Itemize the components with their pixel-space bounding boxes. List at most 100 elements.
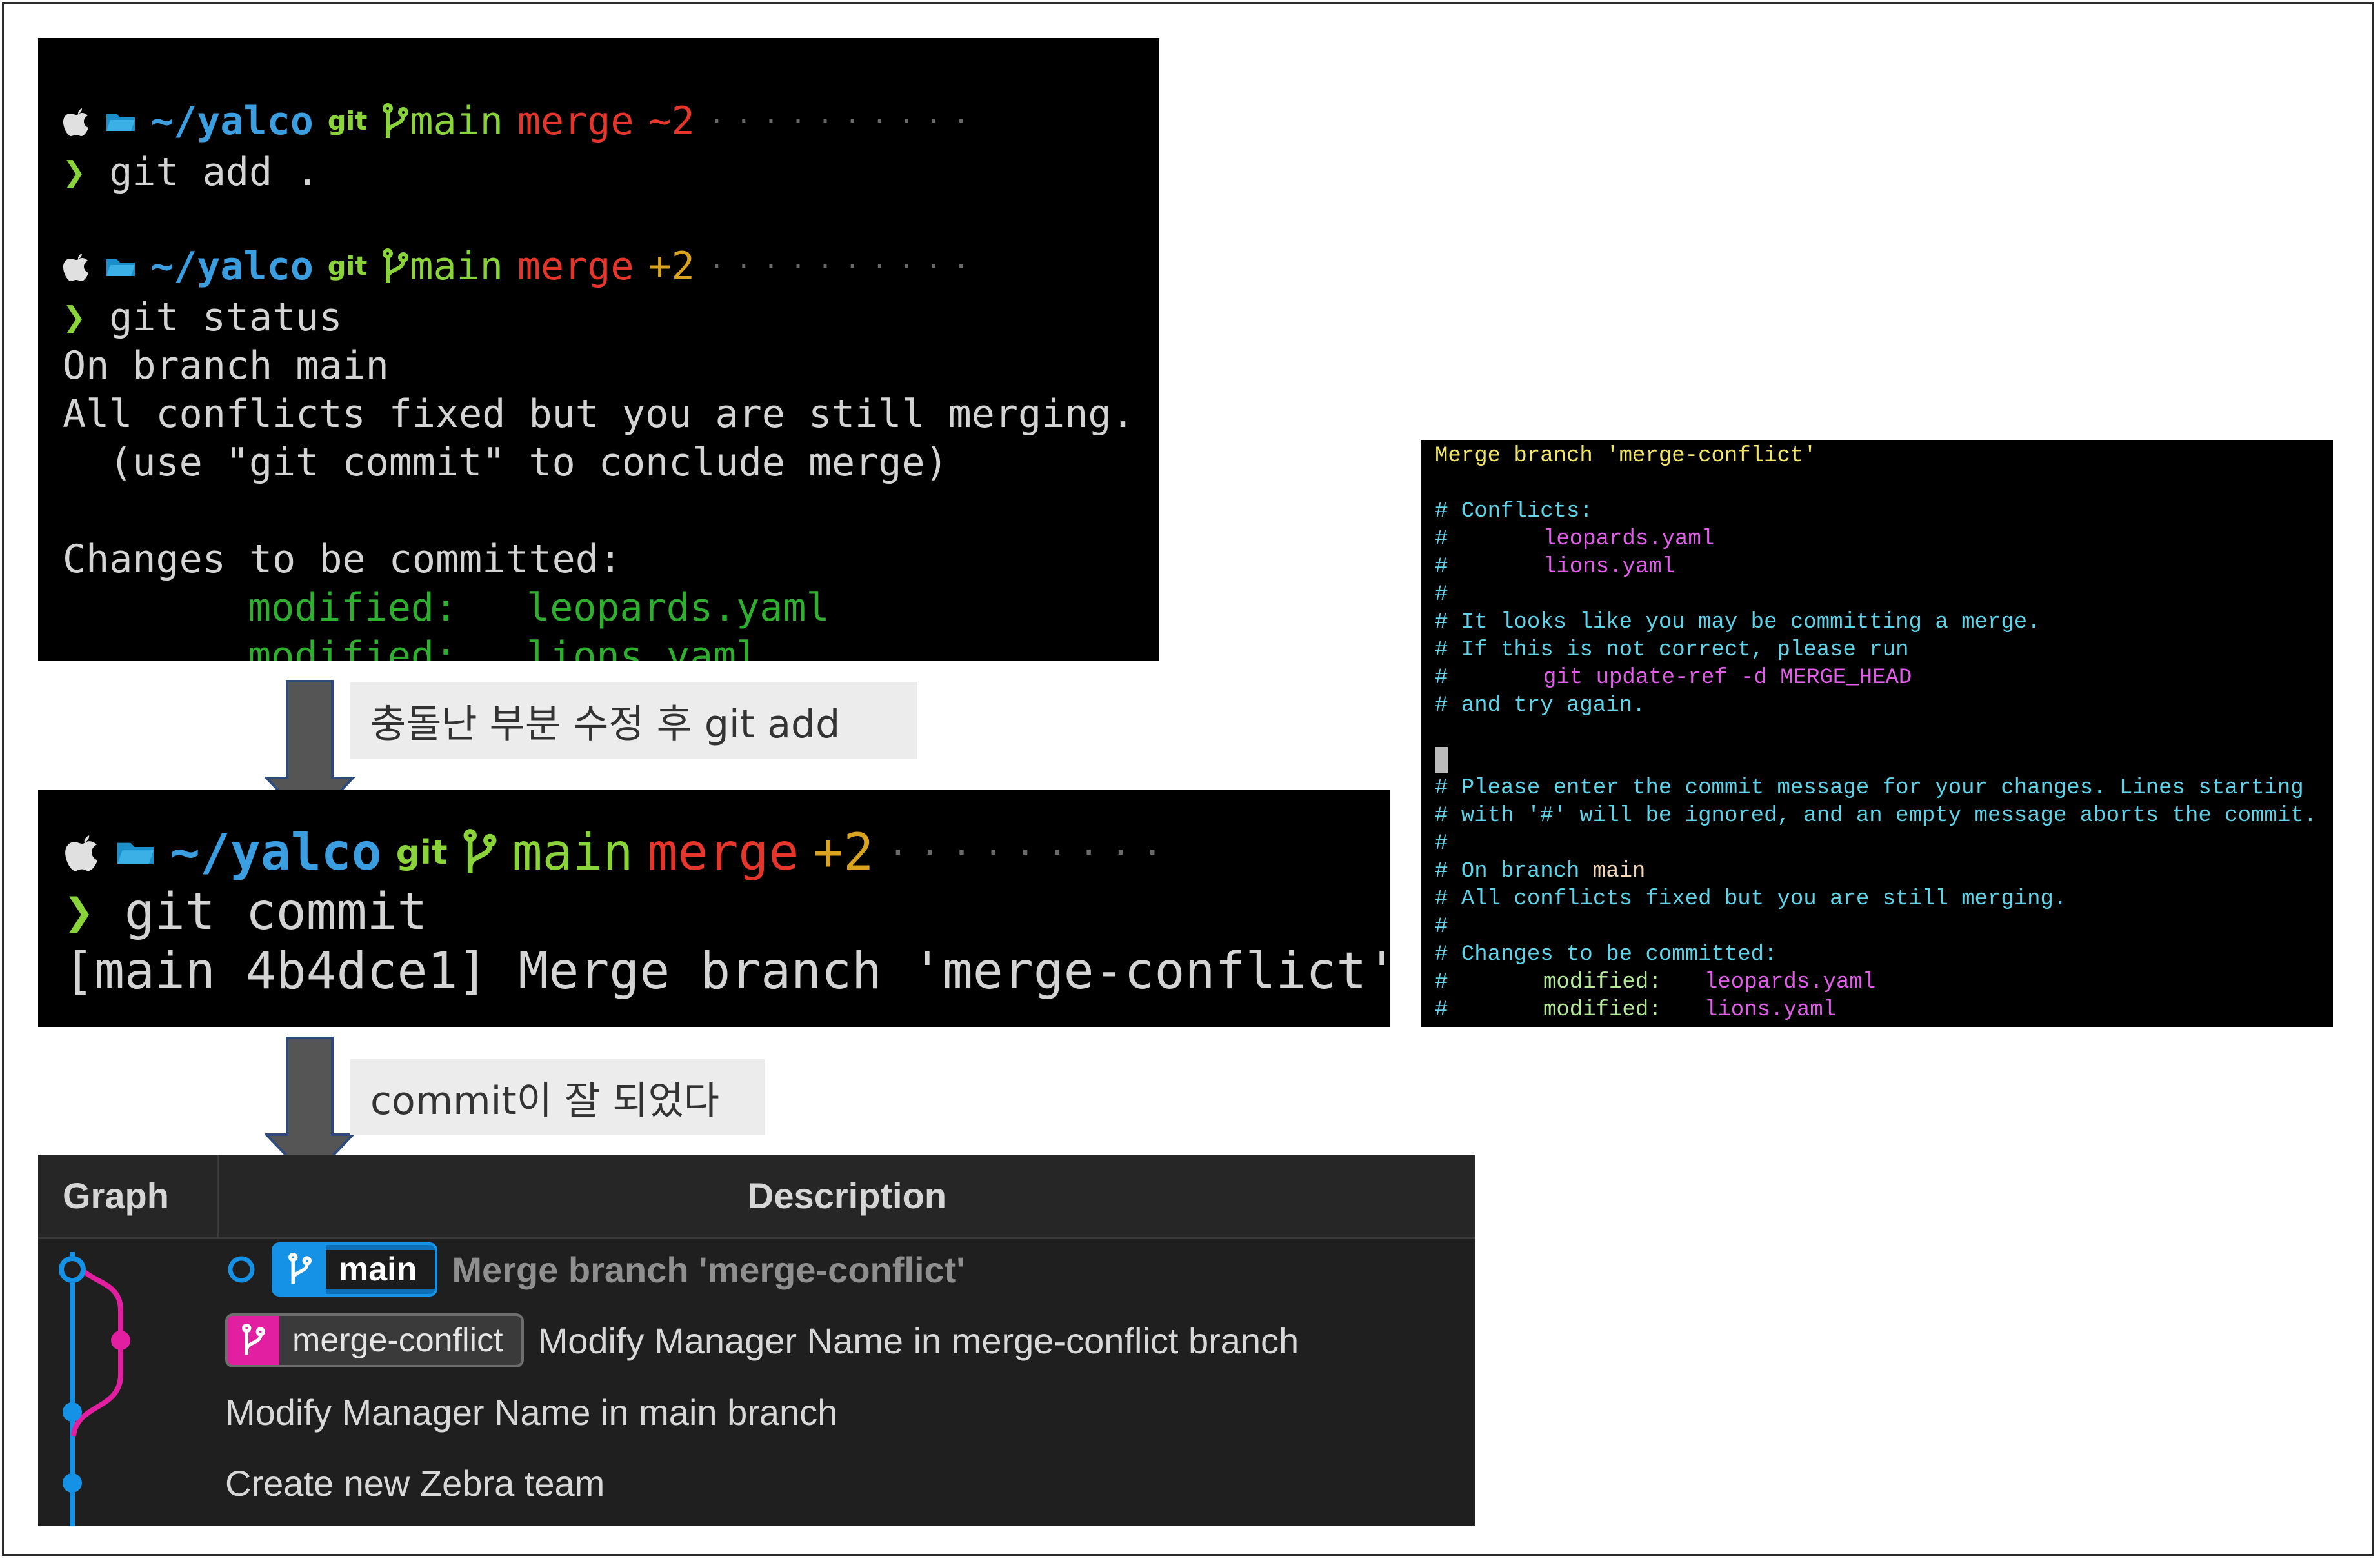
output-line: (use "git commit" to conclude merge) [63,440,948,485]
caption-after-fix: 충돌난 부분 수정 후 git add [350,682,917,759]
command-text: git add . [109,150,319,195]
editor-line: # It looks like you may be committing a … [1435,610,2041,635]
modified-file: lions.yaml [1705,998,1837,1022]
prompt-branch: main [410,244,503,289]
branch-badge-main[interactable]: main [272,1242,438,1297]
modified-file: leopards.yaml [526,585,830,630]
shell-prompt: ~/yalco git main merge ~2 ·········· [63,97,981,146]
caption-commit-done: commit이 잘 되었다 [350,1059,765,1135]
editor-line: # If this is not correct, please run [1435,638,1909,662]
branch-badge-label: merge-conflict [279,1321,521,1360]
conflict-file: leopards.yaml [1543,527,1715,552]
prompt-branch: main [512,824,634,882]
comment-hash: # [1435,527,1448,552]
terminal-git-commit[interactable]: ~/yalco git main merge +2 ········· ❯ gi… [38,790,1390,1027]
commit-node[interactable] [111,1331,130,1350]
output-line: On branch main [63,343,389,388]
git-branch-icon [383,248,409,283]
prompt-count: +2 [648,244,695,289]
commit-message: Modify Manager Name in main branch [225,1391,838,1433]
branch-badge-merge-conflict[interactable]: merge-conflict [225,1313,524,1367]
editor-line: # lions.yaml [1435,553,1675,581]
apple-icon [63,253,88,281]
comment-hash: # [1435,998,1448,1022]
commit-message-editor[interactable]: Merge branch 'merge-conflict' # Conflict… [1421,440,2333,1027]
comment-hash: # [1435,666,1448,690]
commit-node[interactable] [63,1402,82,1422]
comment-text: # On branch [1435,859,1593,884]
commit-row[interactable]: main Merge branch 'merge-conflict' [225,1240,965,1298]
apple-icon [65,835,98,871]
output-line: Changes to be committed: [63,537,622,582]
prompt-branch: main [410,99,503,144]
modified-label: modified: [248,585,458,630]
git-branch-icon [463,829,497,873]
prompt-state: merge [517,99,634,144]
commit-node[interactable] [63,1473,82,1493]
modified-entry: modified: lions.yaml [248,632,759,661]
modified-file: lions.yaml [526,633,760,661]
commit-row[interactable]: Modify Manager Name in main branch [225,1383,837,1441]
editor-line: # [1435,831,1448,856]
git-label: git [395,833,448,872]
modified-label: modified: [1543,970,1662,995]
conflict-file: lions.yaml [1543,555,1675,579]
modified-label: modified: [248,633,458,661]
modified-label: modified: [1543,998,1662,1022]
git-label: git [327,106,368,136]
comment-hash: # [1435,970,1448,995]
modified-file: leopards.yaml [1705,970,1876,995]
comment-hash: # [1435,555,1448,579]
command-line: ❯ git commit [64,882,428,942]
graph-header: Graph Description [38,1155,1475,1239]
prompt-state: merge [647,824,799,882]
command-text: git commit [124,883,428,941]
modified-entry: modified: leopards.yaml [248,584,830,632]
editor-line: # modified: leopards.yaml [1435,969,1875,997]
text-cursor [1435,747,1448,773]
branch-name: main [1592,859,1646,884]
output-line: All conflicts fixed but you are still me… [63,392,1135,437]
git-label: git [327,252,368,281]
prompt-caret: ❯ [64,883,125,941]
commit-node[interactable] [59,1256,86,1283]
folder-icon [106,259,135,276]
prompt-path: ~/yalco [150,99,314,144]
command-hint: git update-ref -d MERGE_HEAD [1543,666,1912,690]
editor-line: # Changes to be committed: [1435,942,1777,967]
prompt-path: ~/yalco [150,244,314,289]
prompt-fill: ········· [888,833,1174,872]
prompt-path: ~/yalco [170,824,382,882]
command-line: ❯ git status [63,293,342,342]
editor-line: # Conflicts: [1435,499,1593,524]
editor-line: Merge branch 'merge-conflict' [1435,444,1817,468]
editor-line: # Please enter the commit message for yo… [1435,776,2304,800]
editor-line: # leopards.yaml [1435,526,1714,553]
header-graph: Graph [63,1175,169,1216]
prompt-caret: ❯ [63,295,110,340]
prompt-fill: ·········· [708,106,981,136]
commit-message: Merge branch 'merge-conflict' [452,1249,965,1290]
editor-line: # git update-ref -d MERGE_HEAD [1435,664,1912,692]
editor-line: # On branch main [1435,858,1645,886]
git-branch-icon [242,1324,265,1355]
commit-graph-lines [59,1252,130,1526]
shell-prompt: ~/yalco git main merge +2 ········· [64,823,1174,882]
prompt-fill: ·········· [708,252,981,281]
apple-icon [63,108,88,136]
git-graph-panel[interactable]: Graph Description main Merge branch 'mer… [38,1155,1475,1526]
header-description: Description [747,1175,947,1216]
prompt-state: merge [517,244,634,289]
commit-message: Create new Zebra team [225,1462,605,1504]
editor-line: # [1435,915,1448,939]
prompt-count: ~2 [648,99,695,144]
folder-icon [106,114,135,131]
commit-row[interactable]: Create new Zebra team [225,1454,605,1512]
editor-line: # All conflicts fixed but you are still … [1435,887,2067,911]
commit-row[interactable]: merge-conflict Modify Manager Name in me… [225,1311,1299,1369]
terminal-git-add-status[interactable]: ~/yalco git main merge ~2 ·········· ❯ g… [38,38,1159,661]
folder-icon [117,842,154,864]
editor-line: # modified: lions.yaml [1435,997,1836,1024]
branch-badge-label: main [326,1250,435,1289]
git-branch-icon [383,103,409,138]
